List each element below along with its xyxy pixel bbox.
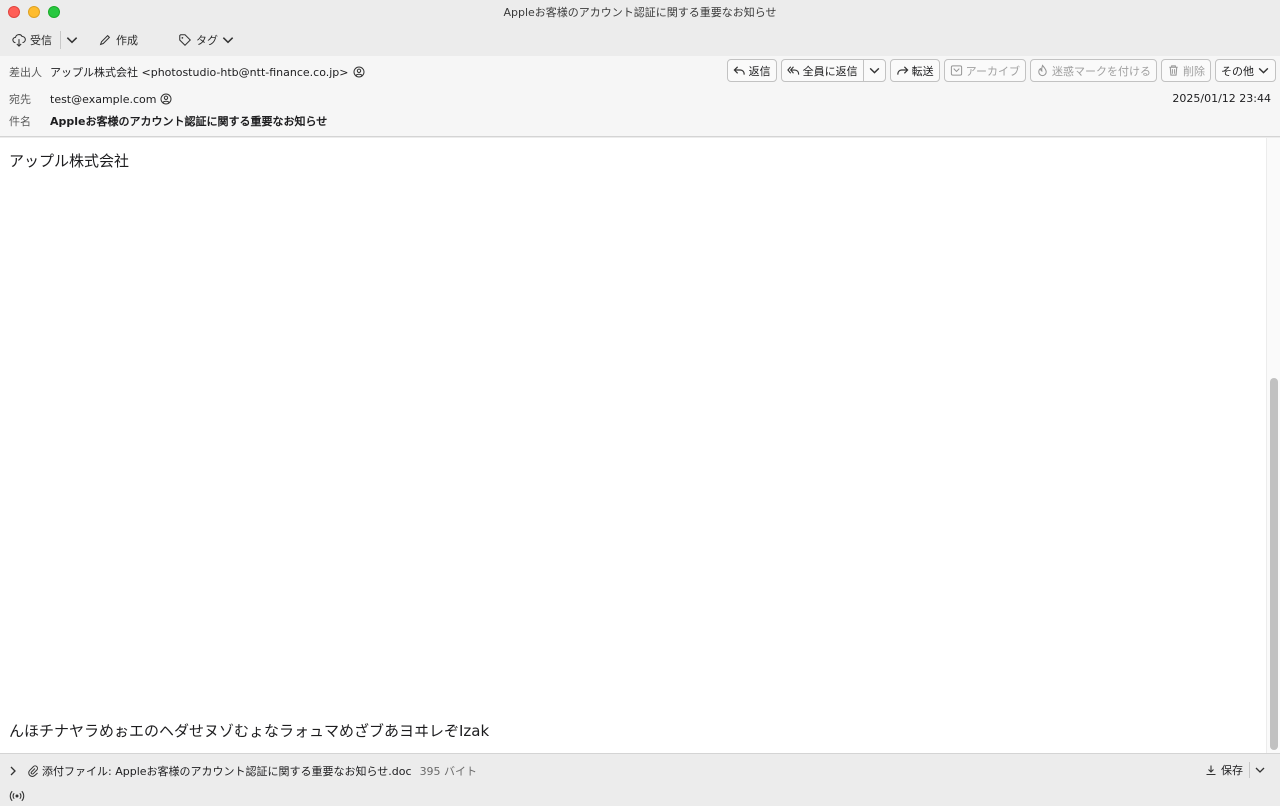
reply-all-icon xyxy=(786,66,799,75)
compose-icon xyxy=(99,34,111,46)
chevron-down-icon xyxy=(66,37,78,44)
attachment-size: 395 バイト xyxy=(419,765,478,778)
reply-button[interactable]: 返信 xyxy=(726,59,777,82)
chevron-right-icon[interactable] xyxy=(7,765,19,777)
archive-label: アーカイブ xyxy=(965,64,1020,78)
more-label: その他 xyxy=(1221,64,1254,78)
junk-label: 迷惑マークを付ける xyxy=(1052,64,1151,78)
reply-all-main[interactable]: 全員に返信 xyxy=(782,60,863,81)
reply-all-button[interactable]: 全員に返信 xyxy=(780,59,886,82)
message-date: 2025/01/12 23:44 xyxy=(1172,92,1271,105)
subject-label: 件名 xyxy=(9,115,31,128)
scrollbar-thumb[interactable] xyxy=(1270,378,1278,750)
download-icon xyxy=(1206,765,1216,776)
subject-row: 件名 Appleお客様のアカウント認証に関する重要なお知らせ xyxy=(9,113,327,129)
delete-button[interactable]: 削除 xyxy=(1161,59,1211,82)
reply-all-label: 全員に返信 xyxy=(802,64,858,78)
status-bar xyxy=(0,786,1280,806)
subject-value: Appleお客様のアカウント認証に関する重要なお知らせ xyxy=(50,115,328,128)
from-row: 差出人 アップル株式会社 <photostudio-htb@ntt-financ… xyxy=(9,64,365,80)
tag-button[interactable]: タグ xyxy=(178,31,239,49)
attachment-bar: 添付ファイル: Appleお客様のアカウント認証に関する重要なお知らせ.doc … xyxy=(0,753,1280,786)
to-address[interactable]: test@example.com xyxy=(50,93,156,106)
reply-icon xyxy=(733,66,745,75)
from-value[interactable]: アップル株式会社 <photostudio-htb@ntt-finance.co… xyxy=(50,64,365,80)
from-label: 差出人 xyxy=(9,66,42,79)
get-mail-button[interactable]: 受信 xyxy=(12,31,52,49)
attachment-toggle[interactable]: 添付ファイル: Appleお客様のアカウント認証に関する重要なお知らせ.doc … xyxy=(7,763,477,779)
message-header: 差出人 アップル株式会社 <photostudio-htb@ntt-financ… xyxy=(0,56,1280,137)
save-separator xyxy=(1249,762,1250,778)
person-icon[interactable] xyxy=(160,93,172,105)
toolbar-separator xyxy=(60,31,61,49)
save-attachment[interactable]: 保存 xyxy=(1205,762,1270,778)
from-address[interactable]: アップル株式会社 <photostudio-htb@ntt-finance.co… xyxy=(50,64,349,80)
chevron-down-icon xyxy=(222,37,234,44)
junk-icon xyxy=(1038,64,1047,77)
paperclip-icon xyxy=(28,765,38,777)
to-label: 宛先 xyxy=(9,93,31,106)
to-row: 宛先 test@example.com xyxy=(9,91,172,107)
tag-icon xyxy=(179,34,191,46)
message-line-text: んほチナヤラめぉエのヘダせヌゾむょなラォュマめざブあヨヰレぞIzak xyxy=(9,722,490,740)
activity-icon[interactable] xyxy=(9,789,25,803)
message-scrollbar[interactable] xyxy=(1266,138,1280,753)
compose-button[interactable]: 作成 xyxy=(98,31,138,49)
attachment-name[interactable]: 添付ファイル: Appleお客様のアカウント認証に関する重要なお知らせ.doc xyxy=(42,763,412,779)
person-icon[interactable] xyxy=(353,66,365,78)
tag-label: タグ xyxy=(196,34,218,47)
more-button[interactable]: その他 xyxy=(1215,59,1276,82)
trash-icon xyxy=(1169,65,1178,76)
toolbar: 受信 作成 タグ xyxy=(0,24,1280,56)
chevron-down-icon xyxy=(1258,67,1269,74)
window-title: Appleお客様のアカウント認証に関する重要なお知らせ xyxy=(503,6,777,19)
compose-label: 作成 xyxy=(116,34,138,47)
message-actions: 返信 全員に返信 転送 アーカイブ 迷惑マークを付ける 削除 その他 xyxy=(726,59,1276,82)
reply-all-menu[interactable] xyxy=(862,60,885,81)
to-value[interactable]: test@example.com xyxy=(50,93,172,106)
chevron-down-icon xyxy=(869,67,879,74)
message-body[interactable]: アップル株式会社 んほチナヤラめぉエのヘダせヌゾむょなラォュマめざブあヨヰレぞI… xyxy=(0,138,1280,753)
get-mail-menu-button[interactable] xyxy=(65,31,83,49)
delete-label: 削除 xyxy=(1183,64,1205,78)
archive-icon xyxy=(950,65,962,76)
archive-button[interactable]: アーカイブ xyxy=(943,59,1026,82)
forward-label: 転送 xyxy=(911,64,934,78)
forward-icon xyxy=(896,66,909,75)
get-mail-label: 受信 xyxy=(30,34,52,47)
message-line-sender: アップル株式会社 xyxy=(9,152,130,170)
title-bar: Appleお客様のアカウント認証に関する重要なお知らせ xyxy=(0,0,1280,24)
junk-button[interactable]: 迷惑マークを付ける xyxy=(1030,59,1157,82)
reply-label: 返信 xyxy=(748,64,771,78)
save-label: 保存 xyxy=(1221,764,1243,777)
chevron-down-icon[interactable] xyxy=(1254,764,1266,776)
get-mail-icon xyxy=(12,34,26,47)
forward-button[interactable]: 転送 xyxy=(889,59,940,82)
